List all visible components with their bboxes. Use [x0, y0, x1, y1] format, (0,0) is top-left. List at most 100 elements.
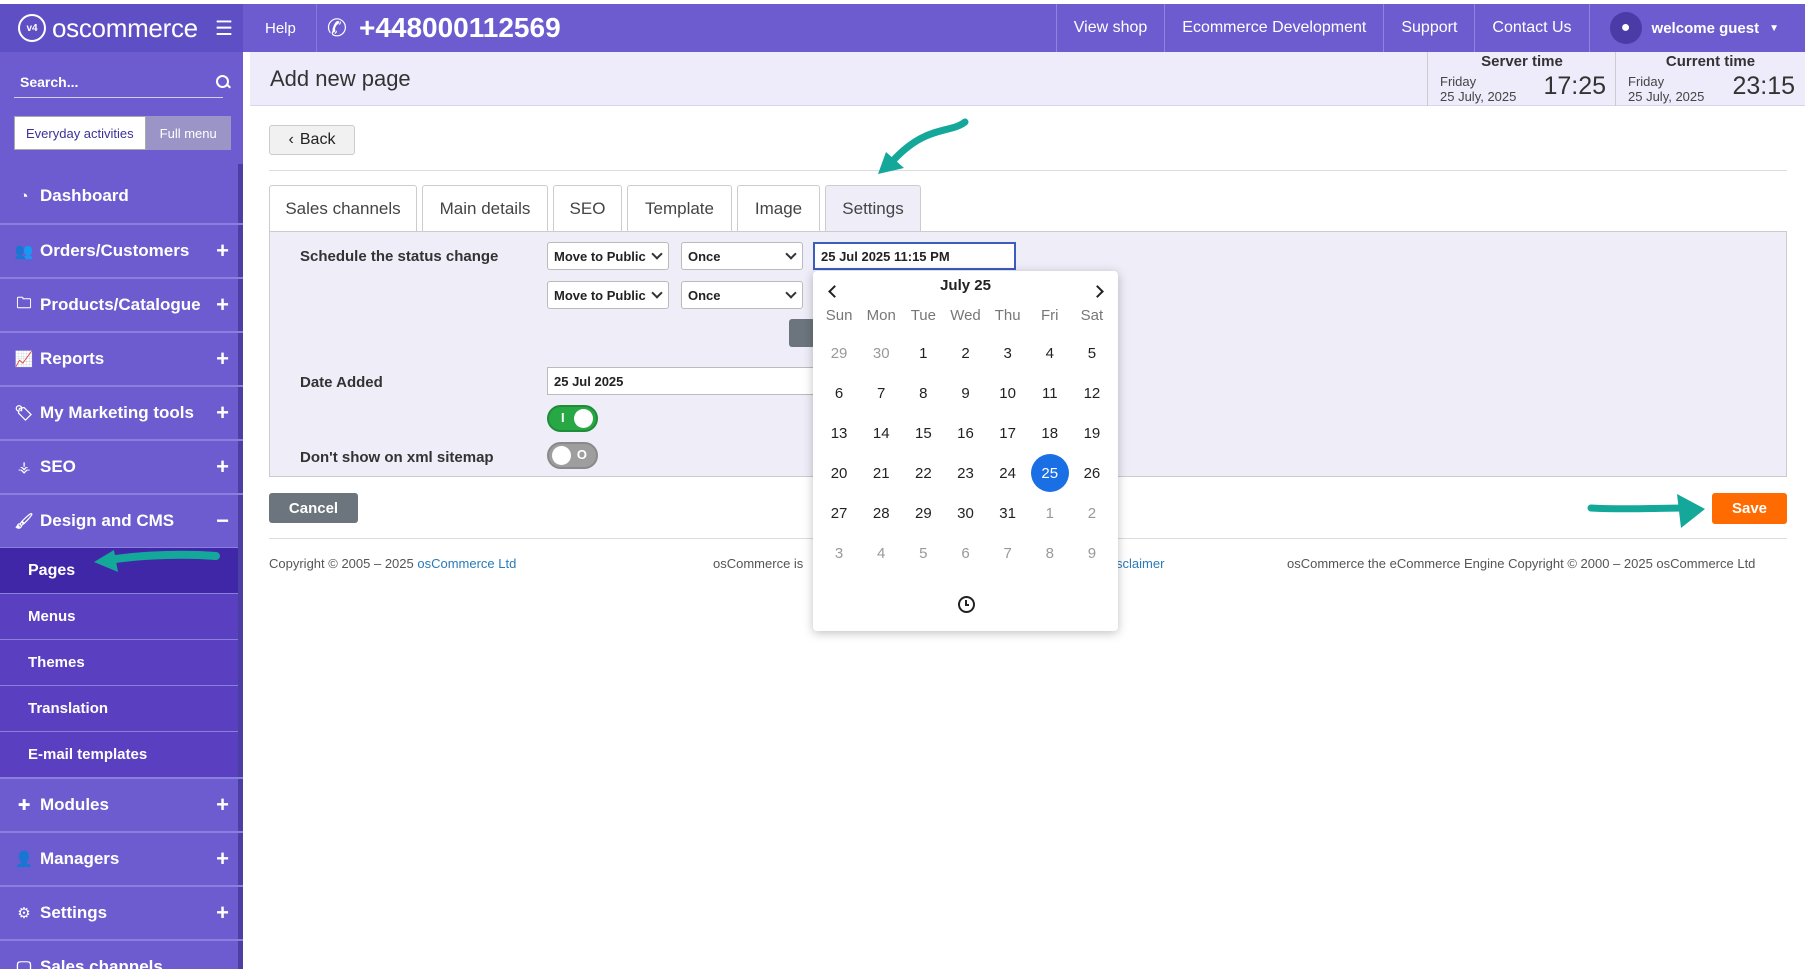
- datepicker-day[interactable]: 21: [860, 453, 902, 493]
- datepicker-day[interactable]: 30: [944, 493, 986, 533]
- datepicker-title[interactable]: July 25: [813, 277, 1118, 294]
- datepicker-day[interactable]: 29: [902, 493, 944, 533]
- expand-icon[interactable]: +: [216, 900, 229, 926]
- everyday-activities-button[interactable]: Everyday activities: [14, 116, 146, 150]
- sidebar-item-products-catalogue[interactable]: 🗀 Products/Catalogue +: [0, 277, 243, 331]
- sidebar-item-seo[interactable]: ⚶ SEO +: [0, 439, 243, 493]
- add-schedule-button[interactable]: [789, 319, 815, 347]
- sidebar-item-orders-customers[interactable]: 👥 Orders/Customers +: [0, 223, 243, 277]
- datepicker-day[interactable]: 6: [818, 373, 860, 413]
- sidebar-subitem-email-templates[interactable]: E-mail templates: [0, 731, 243, 777]
- datepicker-day[interactable]: 31: [987, 493, 1029, 533]
- frequency-select-2[interactable]: Once: [681, 281, 803, 309]
- datepicker-day[interactable]: 14: [860, 413, 902, 453]
- datepicker-day[interactable]: 9: [1071, 533, 1113, 573]
- sidebar-item-dashboard[interactable]: ◔ Dashboard: [0, 169, 243, 223]
- datepicker-day[interactable]: 3: [987, 333, 1029, 373]
- expand-icon[interactable]: +: [216, 454, 229, 480]
- tab-settings[interactable]: Settings: [825, 185, 921, 231]
- sidebar-subitem-translation[interactable]: Translation: [0, 685, 243, 731]
- hamburger-menu-icon[interactable]: ☰: [215, 16, 233, 41]
- nav-view-shop[interactable]: View shop: [1055, 4, 1165, 52]
- expand-icon[interactable]: +: [216, 792, 229, 818]
- expand-icon[interactable]: +: [216, 346, 229, 372]
- expand-icon[interactable]: +: [216, 292, 229, 318]
- datepicker-day[interactable]: 28: [860, 493, 902, 533]
- tab-template[interactable]: Template: [627, 185, 732, 231]
- datepicker-day[interactable]: 29: [818, 333, 860, 373]
- datepicker-day[interactable]: 11: [1029, 373, 1071, 413]
- datepicker-day[interactable]: 1: [1029, 493, 1071, 533]
- datepicker-day[interactable]: 30: [860, 333, 902, 373]
- datepicker-day[interactable]: 8: [1029, 533, 1071, 573]
- collapse-icon[interactable]: −: [216, 508, 229, 534]
- datepicker-day[interactable]: 5: [902, 533, 944, 573]
- status-select-1[interactable]: Move to Public: [547, 242, 669, 270]
- frequency-select-1[interactable]: Once: [681, 242, 803, 270]
- datepicker-day[interactable]: 12: [1071, 373, 1113, 413]
- help-link[interactable]: Help: [243, 20, 316, 37]
- datepicker-day[interactable]: 2: [1071, 493, 1113, 533]
- sitemap-toggle[interactable]: O: [547, 442, 598, 469]
- datepicker-day[interactable]: 22: [902, 453, 944, 493]
- datepicker-day[interactable]: 7: [860, 373, 902, 413]
- tab-sales-channels[interactable]: Sales channels: [269, 185, 417, 231]
- datepicker-day[interactable]: 26: [1071, 453, 1113, 493]
- sidebar-item-managers[interactable]: 👤 Managers +: [0, 831, 243, 885]
- expand-icon[interactable]: +: [216, 846, 229, 872]
- sidebar-item-reports[interactable]: 📈 Reports +: [0, 331, 243, 385]
- datepicker-day[interactable]: 9: [944, 373, 986, 413]
- datepicker-day[interactable]: 27: [818, 493, 860, 533]
- datepicker-day[interactable]: 7: [987, 533, 1029, 573]
- datepicker-day[interactable]: 8: [902, 373, 944, 413]
- sidebar-item-sales-channels[interactable]: 🖵 Sales channels: [0, 939, 243, 969]
- datepicker-day[interactable]: 18: [1029, 413, 1071, 453]
- datepicker-day[interactable]: 4: [1029, 333, 1071, 373]
- datepicker-day[interactable]: 23: [944, 453, 986, 493]
- footer-disclaimer-link[interactable]: sclaimer: [1116, 556, 1164, 571]
- tab-main-details[interactable]: Main details: [422, 185, 548, 231]
- datepicker-day[interactable]: 3: [818, 533, 860, 573]
- nav-contact-us[interactable]: Contact Us: [1474, 4, 1588, 52]
- schedule-datetime-input[interactable]: 25 Jul 2025 11:15 PM: [813, 242, 1016, 270]
- sidebar-item-marketing-tools[interactable]: 🏷 My Marketing tools +: [0, 385, 243, 439]
- date-added-input[interactable]: 25 Jul 2025: [547, 367, 817, 395]
- footer-oscommerce-link[interactable]: osCommerce Ltd: [417, 556, 516, 571]
- save-button[interactable]: Save: [1712, 493, 1787, 524]
- user-menu[interactable]: ● welcome guest ▼: [1588, 4, 1805, 52]
- search-input[interactable]: [14, 73, 216, 90]
- tab-image[interactable]: Image: [737, 185, 820, 231]
- datepicker-day[interactable]: 20: [818, 453, 860, 493]
- nav-support[interactable]: Support: [1383, 4, 1474, 52]
- search-icon[interactable]: [216, 74, 229, 89]
- clock-icon[interactable]: [958, 596, 975, 613]
- nav-ecommerce-development[interactable]: Ecommerce Development: [1164, 4, 1383, 52]
- tab-seo[interactable]: SEO: [553, 185, 622, 231]
- datepicker-day[interactable]: 5: [1071, 333, 1113, 373]
- datepicker-day[interactable]: 4: [860, 533, 902, 573]
- sidebar-item-design-cms[interactable]: 🖌 Design and CMS −: [0, 493, 243, 547]
- sidebar-item-modules[interactable]: ✚ Modules +: [0, 777, 243, 831]
- datepicker-day[interactable]: 16: [944, 413, 986, 453]
- sidebar-subitem-menus[interactable]: Menus: [0, 593, 243, 639]
- status-toggle[interactable]: I: [547, 405, 598, 432]
- datepicker-day[interactable]: 13: [818, 413, 860, 453]
- datepicker-day[interactable]: 17: [987, 413, 1029, 453]
- expand-icon[interactable]: +: [216, 238, 229, 264]
- cancel-button[interactable]: Cancel: [269, 493, 358, 523]
- sidebar-item-settings[interactable]: ⚙ Settings +: [0, 885, 243, 939]
- datepicker-selected-day[interactable]: 25: [1029, 453, 1071, 493]
- status-select-2[interactable]: Move to Public: [547, 281, 669, 309]
- datepicker-day[interactable]: 2: [944, 333, 986, 373]
- full-menu-button[interactable]: Full menu: [145, 116, 231, 150]
- datepicker-day[interactable]: 6: [944, 533, 986, 573]
- expand-icon[interactable]: +: [216, 400, 229, 426]
- datepicker-day[interactable]: 19: [1071, 413, 1113, 453]
- next-month-icon[interactable]: [1087, 279, 1111, 303]
- phone-number[interactable]: ✆ +448000112569: [315, 4, 561, 52]
- datepicker-day[interactable]: 15: [902, 413, 944, 453]
- datepicker-day[interactable]: 24: [987, 453, 1029, 493]
- logo[interactable]: v4 oscommerce ☰: [0, 4, 243, 52]
- back-button[interactable]: ‹ Back: [269, 125, 355, 155]
- sidebar-subitem-themes[interactable]: Themes: [0, 639, 243, 685]
